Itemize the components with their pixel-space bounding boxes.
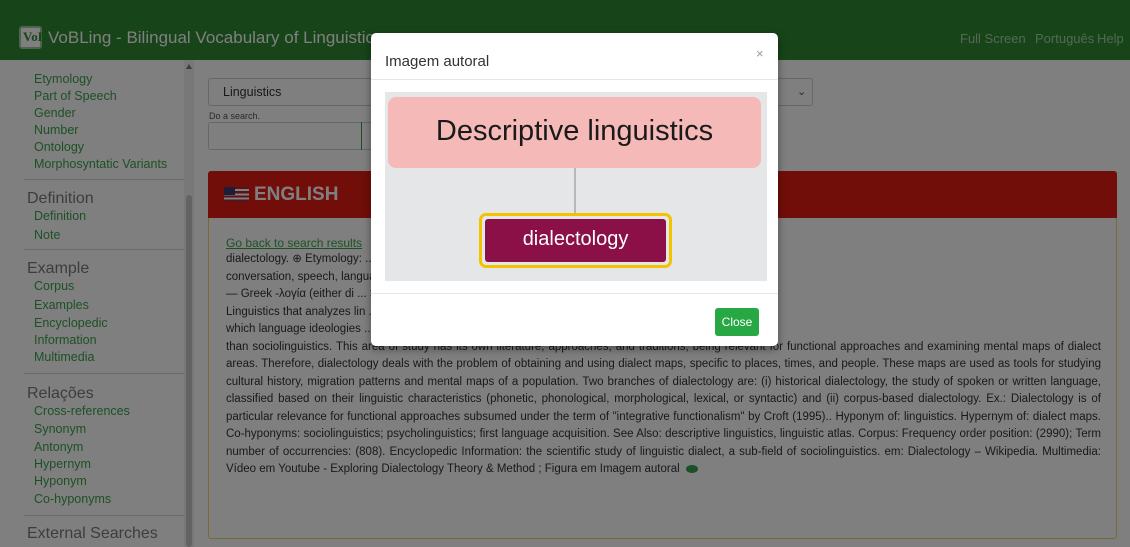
diagram-connector xyxy=(574,168,576,213)
close-icon[interactable]: × xyxy=(756,46,764,61)
image-modal: Imagem autoral × Descriptive linguistics… xyxy=(371,33,778,346)
diagram-image: Descriptive linguistics dialectology xyxy=(385,92,767,281)
diagram-node-child-label: dialectology xyxy=(522,228,629,250)
modal-divider xyxy=(371,79,778,80)
diagram-node-child: dialectology xyxy=(485,219,666,262)
close-button[interactable]: Close xyxy=(715,308,759,336)
modal-divider xyxy=(371,293,778,294)
modal-title: Imagem autoral xyxy=(385,53,490,70)
diagram-node-parent: Descriptive linguistics xyxy=(388,97,761,168)
diagram-node-parent-label: Descriptive linguistics xyxy=(435,115,714,147)
